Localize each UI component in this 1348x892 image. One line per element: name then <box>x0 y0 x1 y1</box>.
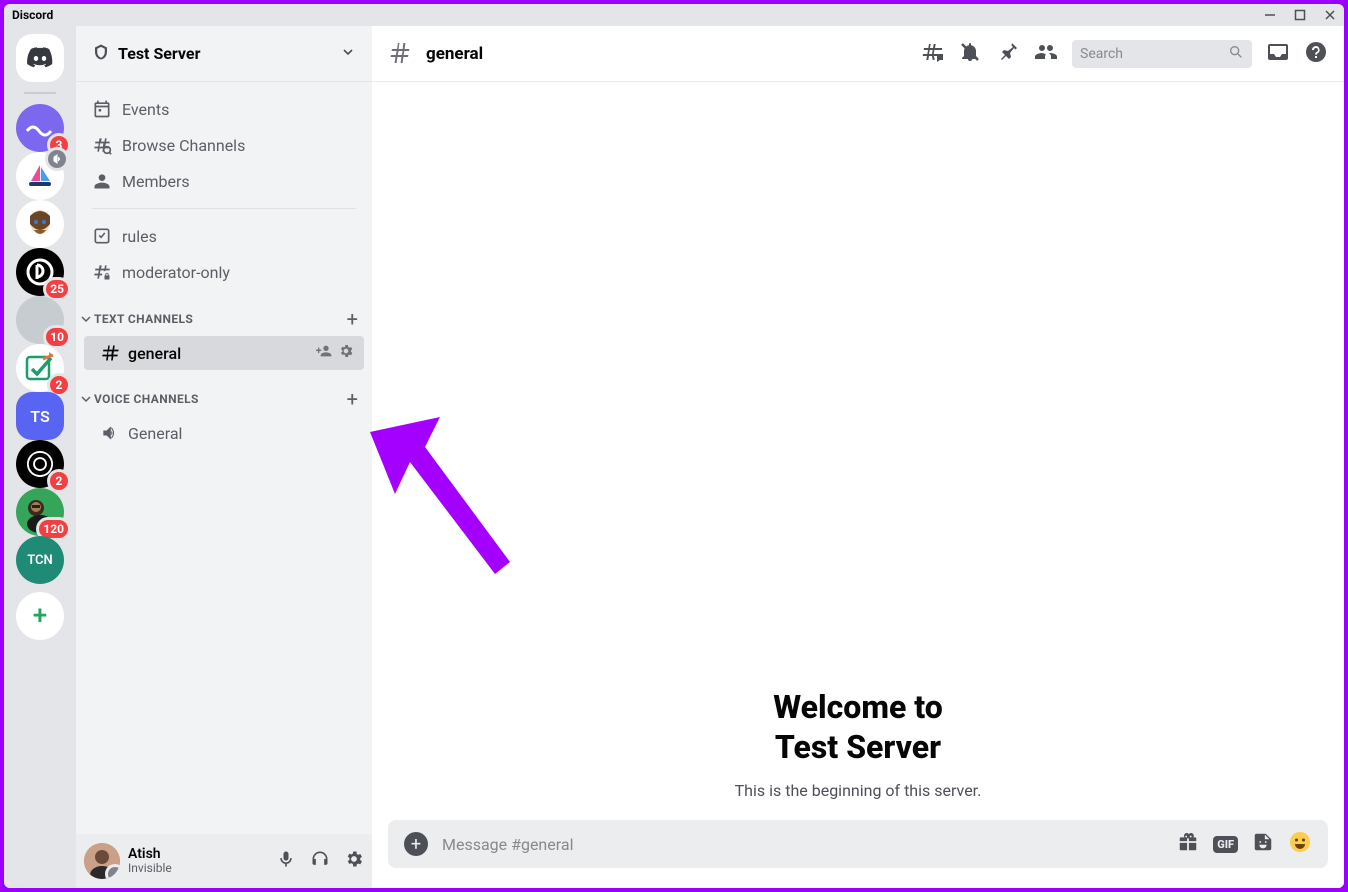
server-item-9[interactable]: 120 <box>16 488 64 536</box>
channel-item-rules[interactable]: rules <box>76 219 372 253</box>
hash-icon <box>388 40 412 68</box>
window-titlebar: Discord <box>4 4 1344 26</box>
user-avatar[interactable] <box>84 843 120 879</box>
create-channel-button[interactable]: + <box>347 387 358 411</box>
chat-body: Welcome to Test Server This is the begin… <box>372 82 1344 820</box>
user-status: Invisible <box>128 862 276 875</box>
deafen-button[interactable] <box>310 849 330 873</box>
minimize-button[interactable] <box>1264 9 1276 21</box>
category-header[interactable]: TEXT CHANNELS+ <box>76 291 372 335</box>
server-rail: 325102TS2120TCN + <box>4 26 76 888</box>
unread-badge: 25 <box>46 280 68 298</box>
search-input[interactable]: Search <box>1072 40 1252 68</box>
server-item-10[interactable]: TCN <box>16 536 64 584</box>
sticker-button[interactable] <box>1252 831 1274 857</box>
search-placeholder: Search <box>1080 46 1228 62</box>
unread-badge: 2 <box>50 376 68 394</box>
server-item-5[interactable]: 10 <box>16 296 64 344</box>
home-button[interactable] <box>16 34 64 82</box>
channel-item-general[interactable]: general <box>84 336 364 370</box>
category-label: VOICE CHANNELS <box>94 392 347 406</box>
speaker-icon <box>100 423 120 443</box>
threads-button[interactable] <box>920 40 944 68</box>
server-boost-icon <box>92 43 110 65</box>
channel-item-moderator-only[interactable]: moderator-only <box>76 255 372 289</box>
maximize-button[interactable] <box>1294 9 1306 21</box>
unread-badge: 2 <box>50 472 68 490</box>
category-header[interactable]: VOICE CHANNELS+ <box>76 371 372 415</box>
sidebar-item-members[interactable]: Members <box>76 164 372 198</box>
chevron-down-icon <box>80 314 92 324</box>
channel-name: general <box>426 44 906 64</box>
user-name: Atish <box>128 847 276 862</box>
channel-label: moderator-only <box>122 263 230 282</box>
sidebar-item-browse-channels[interactable]: Browse Channels <box>76 128 372 162</box>
channel-label: rules <box>122 227 157 246</box>
inbox-button[interactable] <box>1266 40 1290 68</box>
channels-list: Events Browse Channels Members rules moderat… <box>76 82 372 834</box>
user-info: Atish Invisible <box>128 847 276 876</box>
create-channel-button[interactable]: + <box>347 307 358 331</box>
chevron-down-icon <box>80 394 92 404</box>
unread-badge: 10 <box>46 328 68 346</box>
server-item-1[interactable]: 3 <box>16 104 64 152</box>
chevron-down-icon <box>340 44 356 64</box>
server-item-7[interactable]: TS <box>16 392 64 440</box>
members-icon <box>92 171 112 191</box>
channel-item-voice-general[interactable]: General <box>84 416 364 450</box>
server-item-4[interactable]: 25 <box>16 248 64 296</box>
emoji-button[interactable] <box>1288 830 1312 858</box>
channel-label: general <box>128 344 316 363</box>
channel-settings-icon[interactable] <box>338 343 354 363</box>
rail-separator <box>24 92 56 94</box>
browse-icon <box>92 135 112 155</box>
add-server-button[interactable]: + <box>16 592 64 640</box>
server-item-3[interactable] <box>16 200 64 248</box>
gift-button[interactable] <box>1177 831 1199 857</box>
attach-button[interactable]: + <box>404 832 428 856</box>
rules-icon <box>92 226 112 246</box>
notifications-button[interactable] <box>958 40 982 68</box>
sidebar-item-events[interactable]: Events <box>76 92 372 126</box>
message-composer[interactable]: + Message #general GIF <box>388 820 1328 868</box>
chat-header: general Search <box>372 26 1344 82</box>
category-label: TEXT CHANNELS <box>94 312 347 326</box>
user-settings-button[interactable] <box>344 849 364 873</box>
chat-area: general Search Welcome to Test Server Th… <box>372 26 1344 888</box>
calendar-icon <box>92 99 112 119</box>
server-header[interactable]: Test Server <box>76 26 372 82</box>
search-icon <box>1228 44 1244 64</box>
channel-label: General <box>128 424 354 443</box>
close-button[interactable] <box>1324 9 1336 21</box>
sidebar-item-label: Members <box>122 172 190 191</box>
server-name: Test Server <box>118 44 340 63</box>
server-item-6[interactable]: 2 <box>16 344 64 392</box>
server-item-2[interactable] <box>16 152 64 200</box>
gif-button[interactable]: GIF <box>1213 836 1238 853</box>
channel-sidebar: Test Server Events Browse Channels Members… <box>76 26 372 888</box>
pinned-messages-button[interactable] <box>996 40 1020 68</box>
sidebar-item-label: Events <box>122 100 169 119</box>
status-dot-invisible <box>108 867 120 879</box>
mute-mic-button[interactable] <box>276 849 296 873</box>
invite-icon[interactable] <box>316 343 332 363</box>
hash-lock-icon <box>92 262 112 282</box>
app-title: Discord <box>12 8 53 22</box>
member-list-button[interactable] <box>1034 40 1058 68</box>
welcome-subtitle: This is the beginning of this server. <box>735 781 982 800</box>
help-button[interactable] <box>1304 40 1328 68</box>
hash-icon <box>100 343 120 363</box>
composer-placeholder: Message #general <box>442 835 1163 854</box>
sidebar-item-label: Browse Channels <box>122 136 245 155</box>
user-panel[interactable]: Atish Invisible <box>76 834 372 888</box>
window-controls <box>1264 9 1336 21</box>
server-item-8[interactable]: 2 <box>16 440 64 488</box>
welcome-title: Welcome to Test Server <box>773 687 943 767</box>
